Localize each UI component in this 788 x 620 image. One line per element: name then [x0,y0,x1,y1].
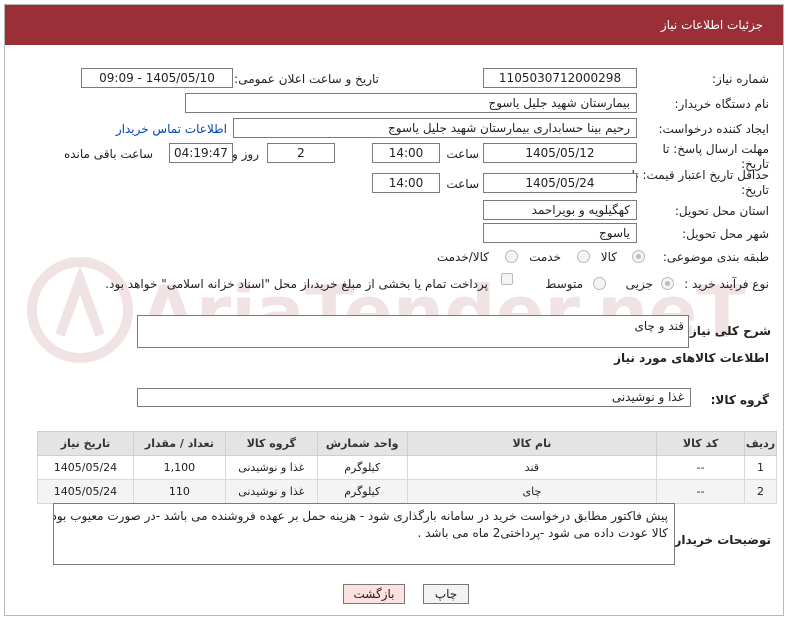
category-goods-label: کالا [600,250,617,264]
item-code: -- [656,479,746,504]
category-service-label: خدمت [529,250,561,264]
price-time-field[interactable]: 14:00 [372,173,440,193]
buyer-contact-link[interactable]: اطلاعات تماس خریدار [116,122,227,136]
description-label: شرح کلی نیاز: [685,324,771,338]
panel-title: جزئیات اطلاعات نیاز [660,18,763,32]
col-name: نام کالا [406,431,658,456]
col-qty: تعداد / مقدار [132,431,226,456]
deadline-date-field[interactable]: 1405/05/12 [483,143,637,163]
goods-table: ردیف کد کالا نام کالا واحد شمارش گروه کا… [37,431,777,504]
buyer-notes-field[interactable]: پیش فاکتور مطابق درخواست خرید در سامانه … [53,503,675,565]
process-label: نوع فرآیند خرید : [684,277,769,291]
need-details-panel: جزئیات اطلاعات نیاز AriaTender.neT شماره… [4,4,784,616]
item-code: -- [656,455,746,480]
item-qty: 110 [132,479,226,504]
need-number-label: شماره نیاز: [712,72,769,86]
watermark-logo: AriaTender.neT [27,257,745,363]
treasury-payment-note: پرداخت تمام یا بخشی از مبلغ خرید،از محل … [105,277,488,291]
process-medium-radio[interactable] [593,277,606,290]
remaining-time-field[interactable]: 04:19:47 [169,143,233,163]
deadline-time-label: ساعت [446,147,479,161]
buyer-field[interactable]: بیمارستان شهید جلیل یاسوج [185,93,637,113]
panel-header: جزئیات اطلاعات نیاز [5,5,783,45]
days-field[interactable]: 2 [267,143,335,163]
announce-label: تاریخ و ساعت اعلان عمومی: [234,72,379,86]
print-button[interactable]: چاپ [423,584,469,604]
back-button[interactable]: بازگشت [343,584,405,604]
row-index: 1 [744,455,777,480]
col-unit: واحد شمارش [316,431,408,456]
item-name: قند [406,455,658,480]
table-row[interactable]: 1 -- قند کیلوگرم غذا و نوشیدنی 1,100 140… [37,455,777,480]
category-label: طبقه بندی موضوعی: [662,250,769,264]
remaining-label: ساعت باقی مانده [63,147,153,161]
category-both-radio[interactable] [505,250,518,263]
category-both-label: کالا/خدمت [436,250,489,264]
category-goods-radio[interactable] [632,250,645,263]
col-group: گروه کالا [224,431,318,456]
treasury-payment-checkbox[interactable] [501,273,513,285]
goods-group-label: گروه کالا: [710,393,769,407]
item-unit: کیلوگرم [316,479,408,504]
buyer-notes-label: توضیحات خریدار: [669,533,771,547]
col-code: کد کالا [656,431,746,456]
days-label: روز و [232,147,259,161]
goods-table-header: ردیف کد کالا نام کالا واحد شمارش گروه کا… [37,431,777,456]
item-group: غذا و نوشیدنی [224,479,318,504]
process-medium-label: متوسط [545,277,583,291]
need-number-field[interactable]: 1105030712000298 [483,68,637,88]
price-time-label: ساعت [446,177,479,191]
buyer-notes-line1: پیش فاکتور مطابق درخواست خرید در سامانه … [53,509,668,523]
row-index: 2 [744,479,777,504]
announce-field[interactable]: 1405/05/10 - 09:09 [81,68,233,88]
item-date: 1405/05/24 [37,455,134,480]
city-field[interactable]: یاسوج [483,223,637,243]
price-date-field[interactable]: 1405/05/24 [483,173,637,193]
item-date: 1405/05/24 [37,479,134,504]
province-field[interactable]: کهگیلویه و بویراحمد [483,200,637,220]
col-row: ردیف [744,431,777,456]
category-service-radio[interactable] [577,250,590,263]
table-row[interactable]: 2 -- چای کیلوگرم غذا و نوشیدنی 110 1405/… [37,479,777,504]
price-validity-label: حداقل تاریخ اعتبار قیمت: تا تاریخ: [631,168,769,197]
item-group: غذا و نوشیدنی [224,455,318,480]
buyer-notes-line2: کالا عودت داده می شود -پرداختی2 ماه می ب… [417,526,668,540]
city-label: شهر محل تحویل: [682,227,769,241]
goods-info-title: اطلاعات کالاهای مورد نیاز [614,351,769,365]
item-qty: 1,100 [132,455,226,480]
item-unit: کیلوگرم [316,455,408,480]
creator-field[interactable]: رحیم بینا حسابداری بیمارستان شهید جلیل ی… [233,118,637,138]
goods-group-field[interactable]: غذا و نوشیدنی [137,388,691,407]
buyer-label: نام دستگاه خریدار: [674,97,770,111]
deadline-time-field[interactable]: 14:00 [372,143,440,163]
process-partial-radio[interactable] [661,277,674,290]
item-name: چای [406,479,658,504]
process-partial-label: جزیی [625,277,653,291]
creator-label: ایجاد کننده درخواست: [658,122,769,136]
province-label: استان محل تحویل: [674,204,769,218]
description-field[interactable]: قند و چای [137,315,689,348]
col-date: تاریخ نیاز [37,431,134,456]
